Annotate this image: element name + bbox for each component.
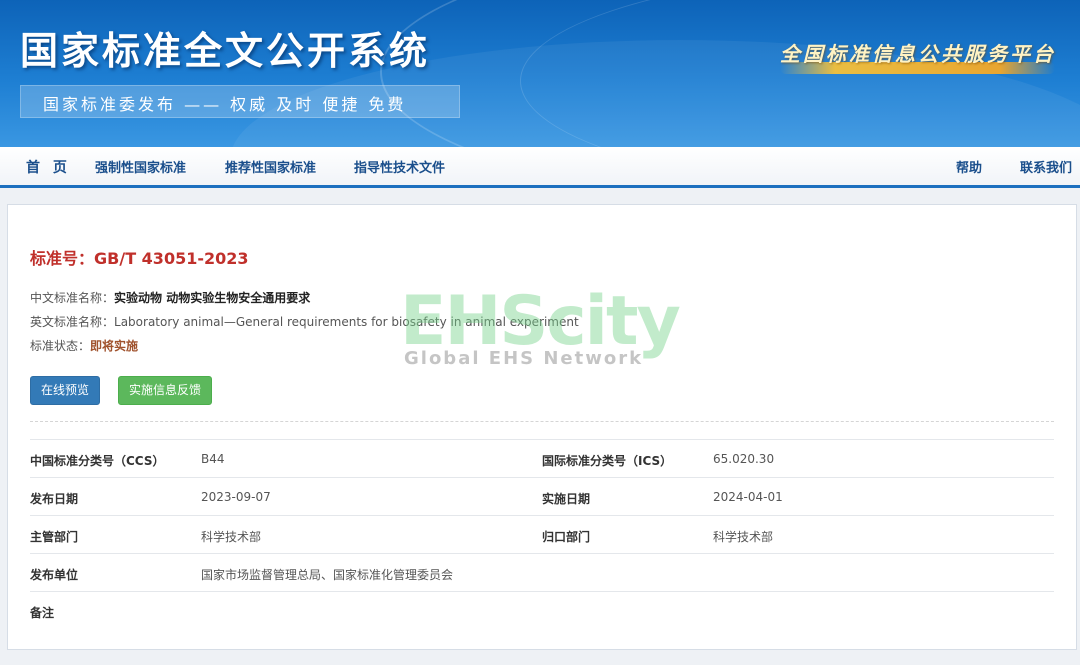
nav-mandatory-standards[interactable]: 强制性国家标准 bbox=[95, 157, 186, 176]
slogan: 国家标准委发布 —— 权威 及时 便捷 免费 bbox=[43, 95, 407, 114]
issuer-label: 发布单位 bbox=[30, 568, 79, 582]
table-row: 发布单位 国家市场监督管理总局、国家标准化管理委员会 bbox=[30, 553, 1054, 591]
remarks-label: 备注 bbox=[30, 606, 55, 620]
nav-guidance-documents[interactable]: 指导性技术文件 bbox=[354, 157, 445, 176]
slogan-box: 国家标准委发布 —— 权威 及时 便捷 免费 bbox=[20, 85, 460, 118]
main-nav: 首 页 强制性国家标准 推荐性国家标准 指导性技术文件 帮助 联系我们 bbox=[0, 147, 1080, 188]
competent-dept-label: 主管部门 bbox=[30, 530, 79, 544]
implement-date-value: 2024-04-01 bbox=[713, 490, 783, 504]
nav-contact[interactable]: 联系我们 bbox=[1020, 157, 1072, 176]
en-name-line: 英文标准名称：Laboratory animal—General require… bbox=[30, 313, 579, 330]
table-row: 备注 bbox=[30, 591, 1054, 629]
implement-date-label: 实施日期 bbox=[542, 492, 591, 506]
en-name-value: Laboratory animal—General requirements f… bbox=[114, 315, 579, 329]
divider bbox=[30, 421, 1054, 422]
table-row: 发布日期 2023-09-07 实施日期 2024-04-01 bbox=[30, 477, 1054, 515]
competent-dept-value: 科学技术部 bbox=[201, 530, 262, 544]
ccs-value: B44 bbox=[201, 452, 225, 466]
ics-value: 65.020.30 bbox=[713, 452, 775, 466]
en-name-label: 英文标准名称： bbox=[30, 315, 115, 329]
cn-name-value: 实验动物 动物实验生物安全通用要求 bbox=[114, 291, 311, 305]
cn-name-label: 中文标准名称： bbox=[30, 291, 115, 305]
publish-date-value: 2023-09-07 bbox=[201, 490, 271, 504]
site-title: 国家标准全文公开系统 bbox=[20, 28, 431, 73]
standard-number: GB/T 43051-2023 bbox=[94, 249, 249, 268]
publish-date-label: 发布日期 bbox=[30, 492, 79, 506]
centralized-dept-value: 科学技术部 bbox=[713, 530, 774, 544]
status-value: 即将实施 bbox=[90, 339, 139, 353]
implementation-feedback-button[interactable]: 实施信息反馈 bbox=[118, 376, 213, 405]
detail-table: 中国标准分类号（CCS） B44 国际标准分类号（ICS） 65.020.30 … bbox=[30, 439, 1054, 629]
table-row: 主管部门 科学技术部 归口部门 科学技术部 bbox=[30, 515, 1054, 553]
table-row: 中国标准分类号（CCS） B44 国际标准分类号（ICS） 65.020.30 bbox=[30, 439, 1054, 477]
status-line: 标准状态：即将实施 bbox=[30, 337, 138, 354]
platform-name: 全国标准信息公共服务平台 bbox=[780, 42, 1056, 66]
online-preview-button[interactable]: 在线预览 bbox=[30, 376, 101, 405]
nav-home[interactable]: 首 页 bbox=[26, 157, 71, 177]
ics-label: 国际标准分类号（ICS） bbox=[542, 454, 673, 468]
issuer-value: 国家市场监督管理总局、国家标准化管理委员会 bbox=[201, 568, 454, 582]
standard-detail-card: 标准号：GB/T 43051-2023 中文标准名称：实验动物 动物实验生物安全… bbox=[7, 204, 1077, 650]
nav-help[interactable]: 帮助 bbox=[956, 157, 982, 176]
standard-number-label: 标准号： bbox=[30, 249, 95, 268]
ccs-label: 中国标准分类号（CCS） bbox=[30, 454, 165, 468]
cn-name-line: 中文标准名称：实验动物 动物实验生物安全通用要求 bbox=[30, 289, 310, 306]
standard-number-heading: 标准号：GB/T 43051-2023 bbox=[30, 245, 249, 269]
status-label: 标准状态： bbox=[30, 339, 91, 353]
nav-recommended-standards[interactable]: 推荐性国家标准 bbox=[225, 157, 316, 176]
site-banner: 国家标准全文公开系统 国家标准委发布 —— 权威 及时 便捷 免费 全国标准信息… bbox=[0, 0, 1080, 147]
platform-logo: 全国标准信息公共服务平台 bbox=[770, 36, 1060, 82]
centralized-dept-label: 归口部门 bbox=[542, 530, 591, 544]
